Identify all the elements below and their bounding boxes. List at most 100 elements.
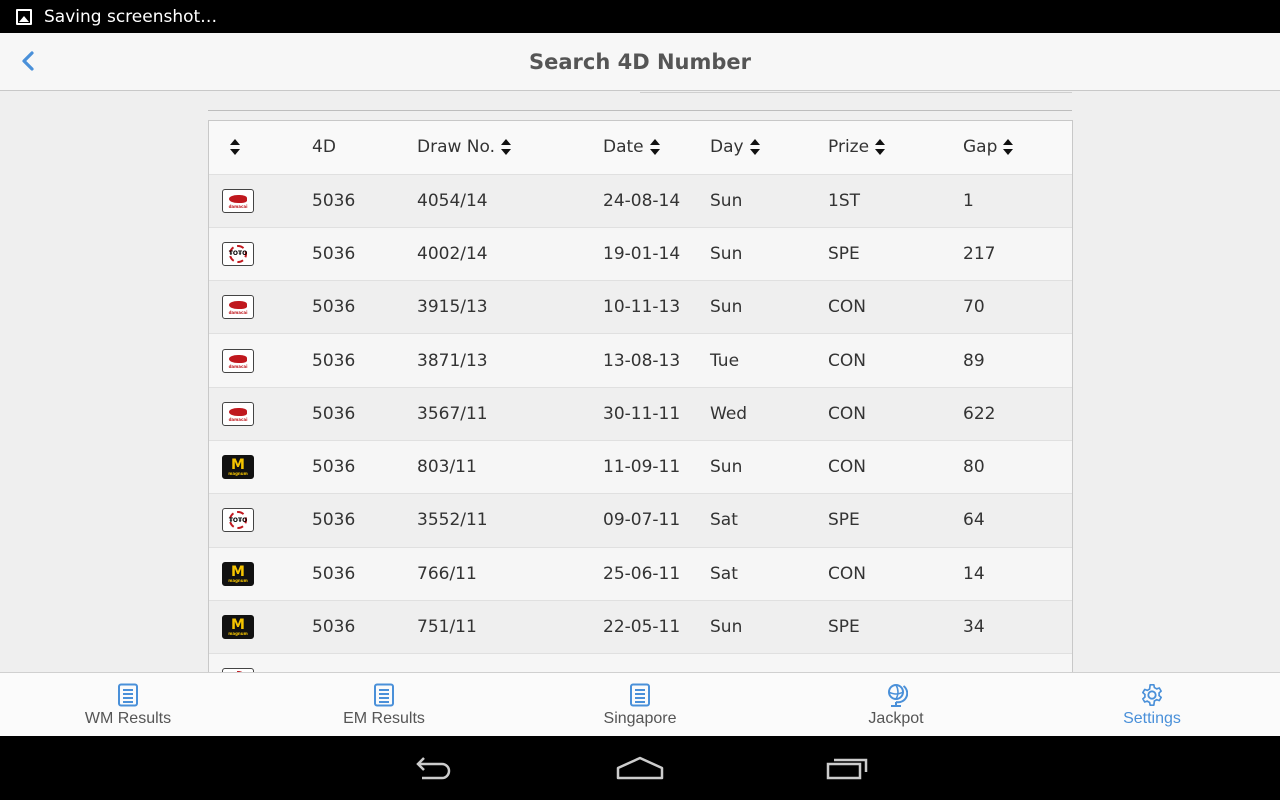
system-navigation-bar [0, 736, 1280, 800]
column-header-prize[interactable]: Prize [828, 121, 963, 175]
nav-singapore[interactable]: Singapore [512, 673, 768, 736]
table-row[interactable]: ŦOŦO [209, 653, 1072, 672]
nav-wm-results[interactable]: WM Results [0, 673, 256, 736]
back-arrow-icon [416, 757, 451, 780]
column-header-operator[interactable] [209, 121, 312, 175]
cell-draw-no: 3567/11 [417, 387, 603, 441]
cell-4d: 5036 [312, 387, 417, 441]
content-area[interactable]: 4D Draw No. Date Day Prize Gap damacai 50… [0, 92, 1280, 672]
nav-label: WM Results [84, 709, 172, 727]
sort-icon [501, 139, 512, 156]
system-back-button[interactable] [408, 752, 456, 784]
nav-label: Jackpot [868, 709, 924, 727]
sort-icon [649, 139, 660, 156]
cell-4d: 5036 [312, 174, 417, 228]
cell-4d: 5036 [312, 547, 417, 601]
cell-4d: 5036 [312, 600, 417, 655]
table-header-row: 4D Draw No. Date Day Prize Gap [209, 121, 1072, 175]
status-bar: Saving screenshot… [0, 0, 1280, 33]
damacai-logo-icon: damacai [222, 295, 254, 320]
table-row[interactable]: Mmagnum 5036 766/11 25-06-11 Sat CON 14 [209, 547, 1072, 601]
chevron-left-icon [22, 51, 34, 71]
cell-date: 25-06-11 [603, 547, 710, 601]
column-header-day[interactable]: Day [710, 121, 828, 175]
nav-label: Singapore [603, 709, 677, 727]
cell-date: 11-09-11 [603, 440, 710, 495]
nav-em-results[interactable]: EM Results [256, 673, 512, 736]
column-header-draw[interactable]: Draw No. [417, 121, 603, 175]
magnum-logo-icon: Mmagnum [222, 455, 254, 480]
cell-4d: 5036 [312, 493, 417, 548]
globe-icon [884, 682, 908, 708]
page-title: Search 4D Number [529, 49, 751, 74]
cell-date: 19-01-14 [603, 227, 710, 282]
table-row[interactable]: Mmagnum 5036 751/11 22-05-11 Sun SPE 34 [209, 600, 1072, 655]
document-icon [628, 682, 652, 708]
cell-gap: 34 [963, 600, 1072, 655]
cell-draw-no: 803/11 [417, 440, 603, 495]
results-table[interactable]: 4D Draw No. Date Day Prize Gap damacai 50… [208, 120, 1073, 672]
cell-gap: 70 [963, 280, 1072, 335]
table-row[interactable]: ŦOŦO 5036 4002/14 19-01-14 Sun SPE 217 [209, 227, 1072, 282]
cell-gap: 217 [963, 227, 1072, 282]
app-bar: Search 4D Number [0, 33, 1280, 91]
cell-day: Sat [710, 493, 828, 548]
column-header-date[interactable]: Date [603, 121, 710, 175]
cell-gap: 622 [963, 387, 1072, 441]
cell-prize: 1ST [828, 174, 963, 228]
cell-gap: 14 [963, 547, 1072, 601]
cell-prize: CON [828, 387, 963, 441]
cell-date: 13-08-13 [603, 333, 710, 388]
cell-gap: 64 [963, 493, 1072, 548]
cell-prize: SPE [828, 227, 963, 282]
cell-4d: 5036 [312, 333, 417, 388]
status-notification: Saving screenshot… [44, 6, 218, 27]
system-recents-button[interactable] [824, 752, 872, 784]
table-row[interactable]: damacai 5036 3871/13 13-08-13 Tue CON 89 [209, 333, 1072, 388]
table-row[interactable]: damacai 5036 3915/13 10-11-13 Sun CON 70 [209, 280, 1072, 335]
cell-gap: 1 [963, 174, 1072, 228]
cell-prize: CON [828, 280, 963, 335]
damacai-logo-icon: damacai [222, 348, 254, 373]
cell-draw-no: 3871/13 [417, 333, 603, 388]
nav-label: Settings [1123, 709, 1181, 727]
cell-day: Tue [710, 333, 828, 388]
cell-draw-no [417, 653, 603, 672]
cell-date: 22-05-11 [603, 600, 710, 655]
cell-draw-no: 3915/13 [417, 280, 603, 335]
table-row[interactable]: ŦOŦO 5036 3552/11 09-07-11 Sat SPE 64 [209, 493, 1072, 548]
column-header-gap[interactable]: Gap [963, 121, 1072, 175]
cell-prize: SPE [828, 600, 963, 655]
table-row[interactable]: damacai 5036 4054/14 24-08-14 Sun 1ST 1 [209, 174, 1072, 228]
magnum-logo-icon: Mmagnum [222, 615, 254, 640]
cell-draw-no: 4054/14 [417, 174, 603, 228]
cell-gap [963, 653, 1072, 672]
toto-logo-icon: ŦOŦO [222, 241, 254, 266]
table-row[interactable]: Mmagnum 5036 803/11 11-09-11 Sun CON 80 [209, 440, 1072, 495]
cell-prize: CON [828, 333, 963, 388]
magnum-logo-icon: Mmagnum [222, 561, 254, 586]
system-home-button[interactable] [616, 752, 664, 784]
damacai-logo-icon: damacai [222, 401, 254, 426]
cell-date: 10-11-13 [603, 280, 710, 335]
nav-jackpot[interactable]: Jackpot [768, 673, 1024, 736]
cell-day: Sun [710, 174, 828, 228]
cell-gap: 89 [963, 333, 1072, 388]
cell-4d: 5036 [312, 280, 417, 335]
table-row[interactable]: damacai 5036 3567/11 30-11-11 Wed CON 622 [209, 387, 1072, 441]
divider [208, 110, 1072, 111]
nav-settings[interactable]: Settings [1024, 673, 1280, 736]
image-icon [16, 8, 32, 25]
sort-icon [1003, 139, 1014, 156]
cell-draw-no: 751/11 [417, 600, 603, 655]
cell-day: Wed [710, 387, 828, 441]
gear-icon [1140, 682, 1164, 708]
cell-4d: 5036 [312, 440, 417, 495]
cell-gap: 80 [963, 440, 1072, 495]
cell-draw-no: 766/11 [417, 547, 603, 601]
cell-prize [828, 653, 963, 672]
back-button[interactable] [12, 45, 44, 77]
cell-day: Sun [710, 440, 828, 495]
divider [640, 92, 1072, 93]
document-icon [116, 682, 140, 708]
